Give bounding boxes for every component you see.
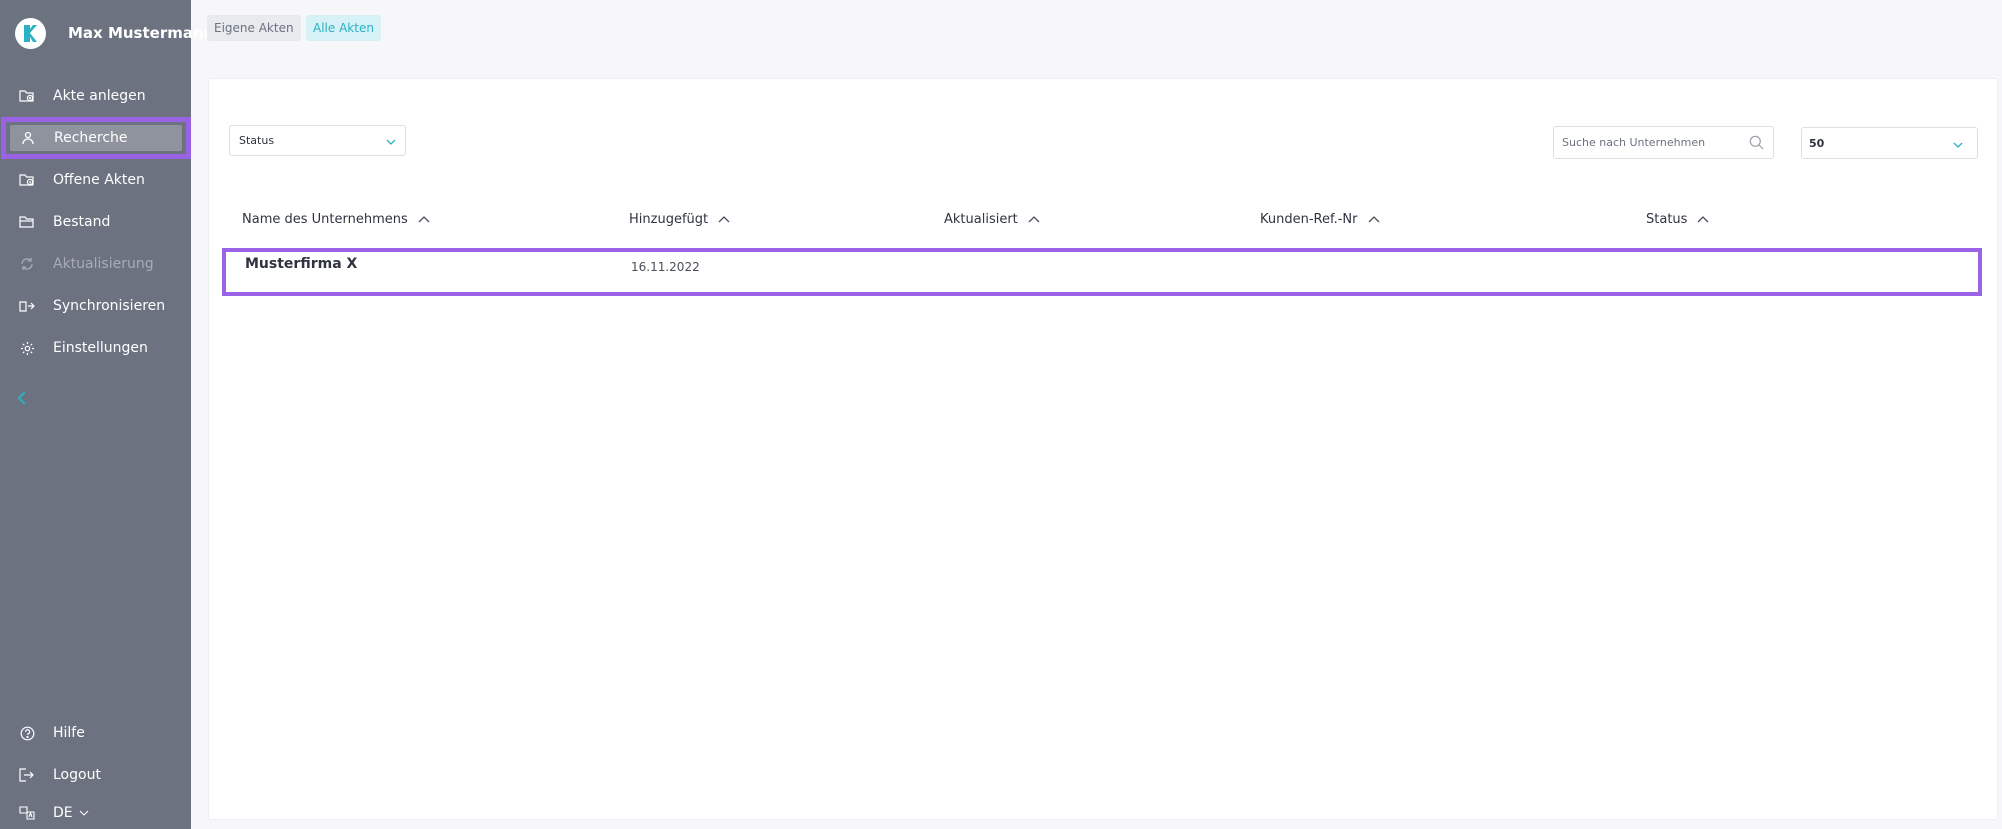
sidebar-item-logout[interactable]: Logout: [0, 757, 191, 793]
page-size-select[interactable]: 50: [1801, 127, 1978, 159]
sidebar-item-einstellungen[interactable]: Einstellungen: [0, 330, 191, 366]
sidebar-item-aktualisierung: Aktualisierung: [0, 246, 191, 282]
sidebar-item-label: Bestand: [53, 214, 111, 230]
chevron-down-icon: [79, 810, 89, 816]
sidebar-item-label: Recherche: [54, 130, 128, 146]
sidebar-item-label: Einstellungen: [53, 340, 148, 356]
content-card: [208, 78, 1998, 820]
sort-asc-icon: [1028, 215, 1040, 223]
tab-alle-akten[interactable]: Alle Akten: [306, 15, 381, 41]
sort-asc-icon: [1368, 215, 1380, 223]
column-header-ref[interactable]: Kunden-Ref.-Nr: [1260, 210, 1380, 228]
page-size-value: 50: [1809, 136, 1825, 150]
column-header-status[interactable]: Status: [1646, 210, 1709, 228]
sidebar-item-akte-anlegen[interactable]: Akte anlegen: [0, 78, 191, 114]
sidebar-item-synchronisieren[interactable]: Synchronisieren: [0, 288, 191, 324]
help-icon: [18, 724, 36, 742]
user-profile[interactable]: Max Mustermann: [15, 17, 214, 49]
sidebar-item-hilfe[interactable]: Hilfe: [0, 715, 191, 751]
refresh-icon: [18, 255, 36, 273]
chevron-left-icon: [16, 391, 28, 410]
sidebar-item-label: Hilfe: [53, 725, 85, 741]
column-header-name[interactable]: Name des Unternehmens: [242, 210, 430, 228]
sidebar: Max Mustermann Akte anlegen Recherche Of…: [0, 0, 214, 829]
search-icon[interactable]: [1749, 135, 1764, 154]
column-header-added[interactable]: Hinzugefügt: [629, 210, 730, 228]
sidebar-item-label: Offene Akten: [53, 172, 145, 188]
sort-asc-icon: [718, 215, 730, 223]
sidebar-item-offene-akten[interactable]: Offene Akten: [0, 162, 191, 198]
cell-company-name[interactable]: Musterfirma X: [245, 256, 357, 272]
cell-added-date: 16.11.2022: [631, 260, 700, 274]
chevron-down-icon: [386, 136, 396, 149]
table-row[interactable]: [222, 248, 1982, 296]
language-label: DE: [53, 805, 73, 821]
sort-asc-icon: [1697, 215, 1709, 223]
sidebar-item-label: Logout: [53, 767, 101, 783]
company-search: [1553, 126, 1774, 159]
sync-icon: [18, 297, 36, 315]
user-name: Max Mustermann: [68, 24, 215, 42]
tab-eigene-akten[interactable]: Eigene Akten: [207, 15, 301, 41]
sort-asc-icon: [418, 215, 430, 223]
translate-icon: [18, 804, 36, 822]
sidebar-item-label: Akte anlegen: [53, 88, 146, 104]
sidebar-item-bestand[interactable]: Bestand: [0, 204, 191, 240]
status-filter-label: Status: [239, 134, 275, 147]
folder-add-icon: [18, 87, 36, 105]
research-icon: [19, 129, 37, 147]
app-logo-icon: [15, 17, 46, 49]
gear-icon: [18, 339, 36, 357]
column-header-updated[interactable]: Aktualisiert: [944, 210, 1040, 228]
logout-icon: [18, 766, 36, 784]
search-input[interactable]: [1554, 127, 1734, 158]
sidebar-item-label: Synchronisieren: [53, 298, 166, 314]
language-selector[interactable]: DE: [0, 799, 191, 827]
sidebar-item-label: Aktualisierung: [53, 256, 154, 272]
chevron-down-icon: [1953, 139, 1963, 152]
sidebar-item-recherche[interactable]: Recherche: [1, 117, 191, 159]
folder-open-icon: [18, 171, 36, 189]
status-filter-select[interactable]: Status: [229, 125, 406, 156]
collapse-sidebar-button[interactable]: [16, 390, 36, 410]
folder-icon: [18, 213, 36, 231]
